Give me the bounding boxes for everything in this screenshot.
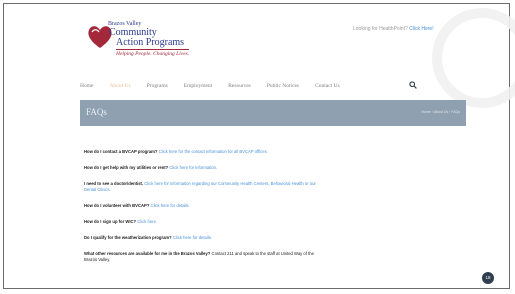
faq-question: What other resources are available for m… xyxy=(84,251,211,256)
faq-question: Do I qualify for the weatherization prog… xyxy=(84,235,172,240)
nav-home[interactable]: Home xyxy=(80,83,93,89)
nav-about-us[interactable]: About Us xyxy=(109,83,130,89)
faq-link[interactable]: Click here for information. xyxy=(169,165,217,170)
slide-number: 18 xyxy=(482,272,494,284)
logo-line2: Action Programs xyxy=(116,37,185,48)
nav-resources[interactable]: Resources xyxy=(228,83,251,89)
logo[interactable]: Brazos Valley Community Action Programs … xyxy=(86,19,226,61)
faq-question: How do I volunteer with BVCAP? xyxy=(84,203,150,208)
faq-link[interactable]: Click here for details. xyxy=(151,203,190,208)
page-banner: FAQs Home › About Us › FAQs xyxy=(80,100,466,126)
main-nav: Home About Us Programs Employment Resour… xyxy=(80,79,340,93)
faq-item: What other resources are available for m… xyxy=(84,251,324,263)
watermark-seal xyxy=(432,8,515,108)
breadcrumb[interactable]: Home › About Us › FAQs xyxy=(421,110,460,114)
healthpoint-link[interactable]: Click Here! xyxy=(409,26,433,32)
healthpoint-text: Looking for HealthPoint? xyxy=(353,26,408,32)
slide: Brazos Valley Community Action Programs … xyxy=(4,4,515,288)
faq-item: How do I get help with my utilities or r… xyxy=(84,165,324,171)
faq-question: How do I sign up for WIC? xyxy=(84,219,137,224)
page-title: FAQs xyxy=(86,107,107,117)
logo-tagline: Helping People. Changing Lives. xyxy=(116,49,190,57)
faq-item: How do I sign up for WIC? Click here. xyxy=(84,219,324,225)
faq-question: I need to see a doctor/dentist. xyxy=(84,181,144,186)
nav-programs[interactable]: Programs xyxy=(147,83,168,89)
faq-link[interactable]: Click here for the contact information f… xyxy=(159,149,268,154)
faq-item: Do I qualify for the weatherization prog… xyxy=(84,235,324,241)
nav-public-notices[interactable]: Public Notices xyxy=(267,83,299,89)
faq-item: How do I volunteer with BVCAP? Click her… xyxy=(84,203,324,209)
faq-question: How do I contact a BVCAP program? xyxy=(84,149,158,154)
search-icon[interactable] xyxy=(409,81,417,89)
faq-item: I need to see a doctor/dentist. Click he… xyxy=(84,181,324,193)
nav-employment[interactable]: Employment xyxy=(184,83,212,89)
healthpoint-notice: Looking for HealthPoint? Click Here! xyxy=(353,26,434,32)
faq-question: How do I get help with my utilities or r… xyxy=(84,165,169,170)
faq-link[interactable]: Click here for details. xyxy=(173,235,212,240)
faq-item: How do I contact a BVCAP program? Click … xyxy=(84,149,324,155)
nav-contact-us[interactable]: Contact Us xyxy=(315,83,340,89)
faq-link[interactable]: Click here. xyxy=(137,219,157,224)
